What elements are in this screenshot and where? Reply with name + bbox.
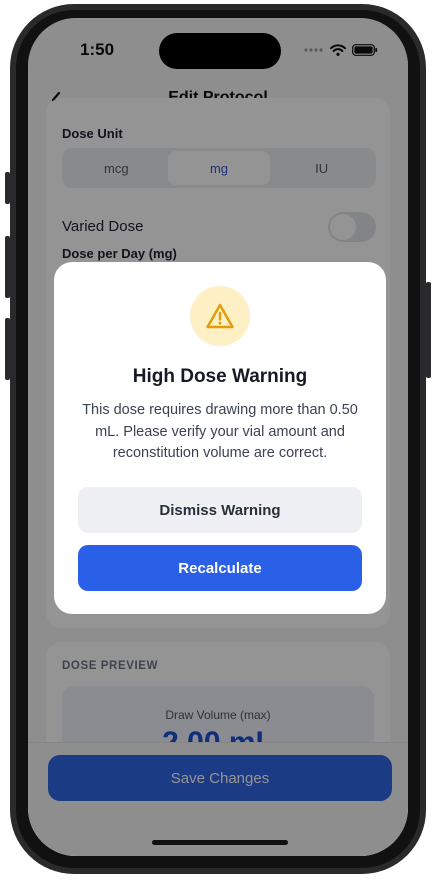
- dismiss-warning-button[interactable]: Dismiss Warning: [78, 487, 362, 533]
- warning-triangle-icon: [206, 303, 234, 329]
- high-dose-warning-dialog: High Dose Warning This dose requires dra…: [54, 262, 386, 614]
- screen: 1:50 E: [28, 18, 408, 856]
- dialog-title: High Dose Warning: [132, 366, 308, 387]
- volume-down-button: [5, 318, 10, 380]
- volume-up-button: [5, 236, 10, 298]
- power-button: [426, 282, 431, 378]
- recalculate-button[interactable]: Recalculate: [78, 545, 362, 591]
- dialog-message: This dose requires drawing more than 0.5…: [82, 402, 358, 461]
- action-button: [5, 172, 10, 204]
- home-indicator: [152, 840, 288, 845]
- warning-icon-badge: [190, 286, 250, 346]
